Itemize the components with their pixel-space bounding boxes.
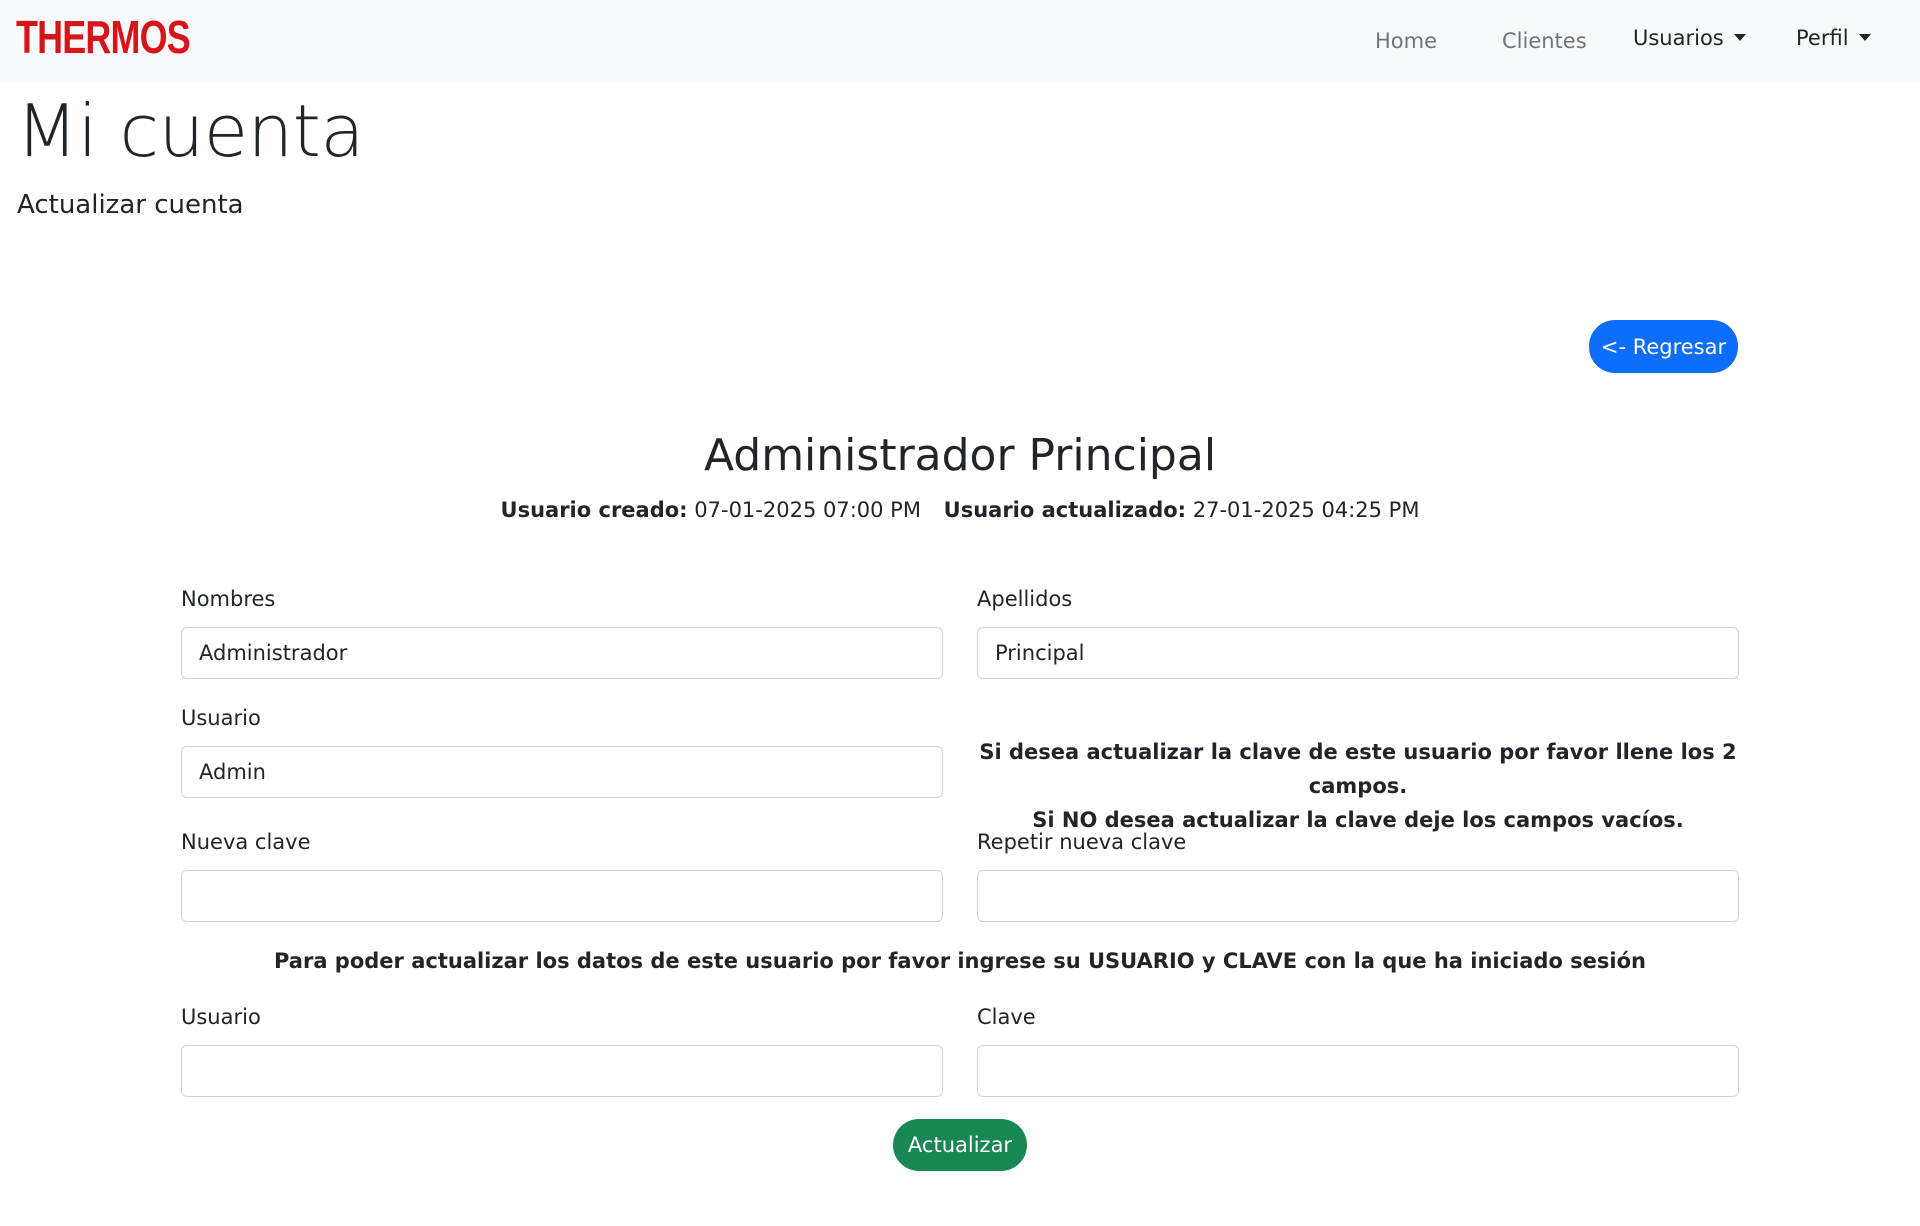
auth-clave-label: Clave xyxy=(977,1005,1036,1029)
nombres-label: Nombres xyxy=(181,587,276,611)
usuario-label: Usuario xyxy=(181,706,261,730)
top-navbar: THERMOS Home Clientes Usuarios Perfil xyxy=(0,0,1920,81)
user-meta: Usuario creado: 07-01-2025 07:00 PM Usua… xyxy=(0,496,1920,524)
updated-label: Usuario actualizado: xyxy=(943,498,1187,522)
auth-usuario-input[interactable] xyxy=(181,1045,943,1097)
caret-down-icon xyxy=(1733,33,1746,41)
repetir-clave-label: Repetir nueva clave xyxy=(977,830,1187,854)
apellidos-input[interactable] xyxy=(977,627,1739,679)
caret-down-icon xyxy=(1858,33,1871,41)
updated-value: 27-01-2025 04:25 PM xyxy=(1192,498,1420,522)
nav-dropdown-perfil[interactable]: Perfil xyxy=(1796,24,1871,52)
page-subtitle: Actualizar cuenta xyxy=(17,190,244,220)
created-label: Usuario creado: xyxy=(500,498,688,522)
password-note: Si desea actualizar la clave de este usu… xyxy=(977,735,1739,837)
nav-link-clientes[interactable]: Clientes xyxy=(1502,27,1587,55)
nav-dropdown-usuarios[interactable]: Usuarios xyxy=(1633,24,1746,52)
page-title: Mi cuenta xyxy=(16,89,365,173)
password-note-line1: Si desea actualizar la clave de este usu… xyxy=(979,740,1737,798)
update-button[interactable]: Actualizar xyxy=(893,1119,1027,1171)
nav-dropdown-usuarios-label: Usuarios xyxy=(1633,26,1724,50)
nav-dropdown-perfil-label: Perfil xyxy=(1796,26,1849,50)
brand-logo[interactable]: THERMOS xyxy=(16,14,191,60)
auth-usuario-label: Usuario xyxy=(181,1005,261,1029)
repetir-clave-input[interactable] xyxy=(977,870,1739,922)
nueva-clave-label: Nueva clave xyxy=(181,830,311,854)
nav-link-home[interactable]: Home xyxy=(1375,27,1437,55)
back-button[interactable]: <- Regresar xyxy=(1589,320,1738,373)
user-full-name: Administrador Principal xyxy=(703,430,1217,481)
apellidos-label: Apellidos xyxy=(977,587,1073,611)
usuario-input[interactable] xyxy=(181,746,943,798)
auth-note: Para poder actualizar los datos de este … xyxy=(273,949,1647,973)
nombres-input[interactable] xyxy=(181,627,943,679)
auth-clave-input[interactable] xyxy=(977,1045,1739,1097)
nueva-clave-input[interactable] xyxy=(181,870,943,922)
created-value: 07-01-2025 07:00 PM xyxy=(694,498,921,522)
